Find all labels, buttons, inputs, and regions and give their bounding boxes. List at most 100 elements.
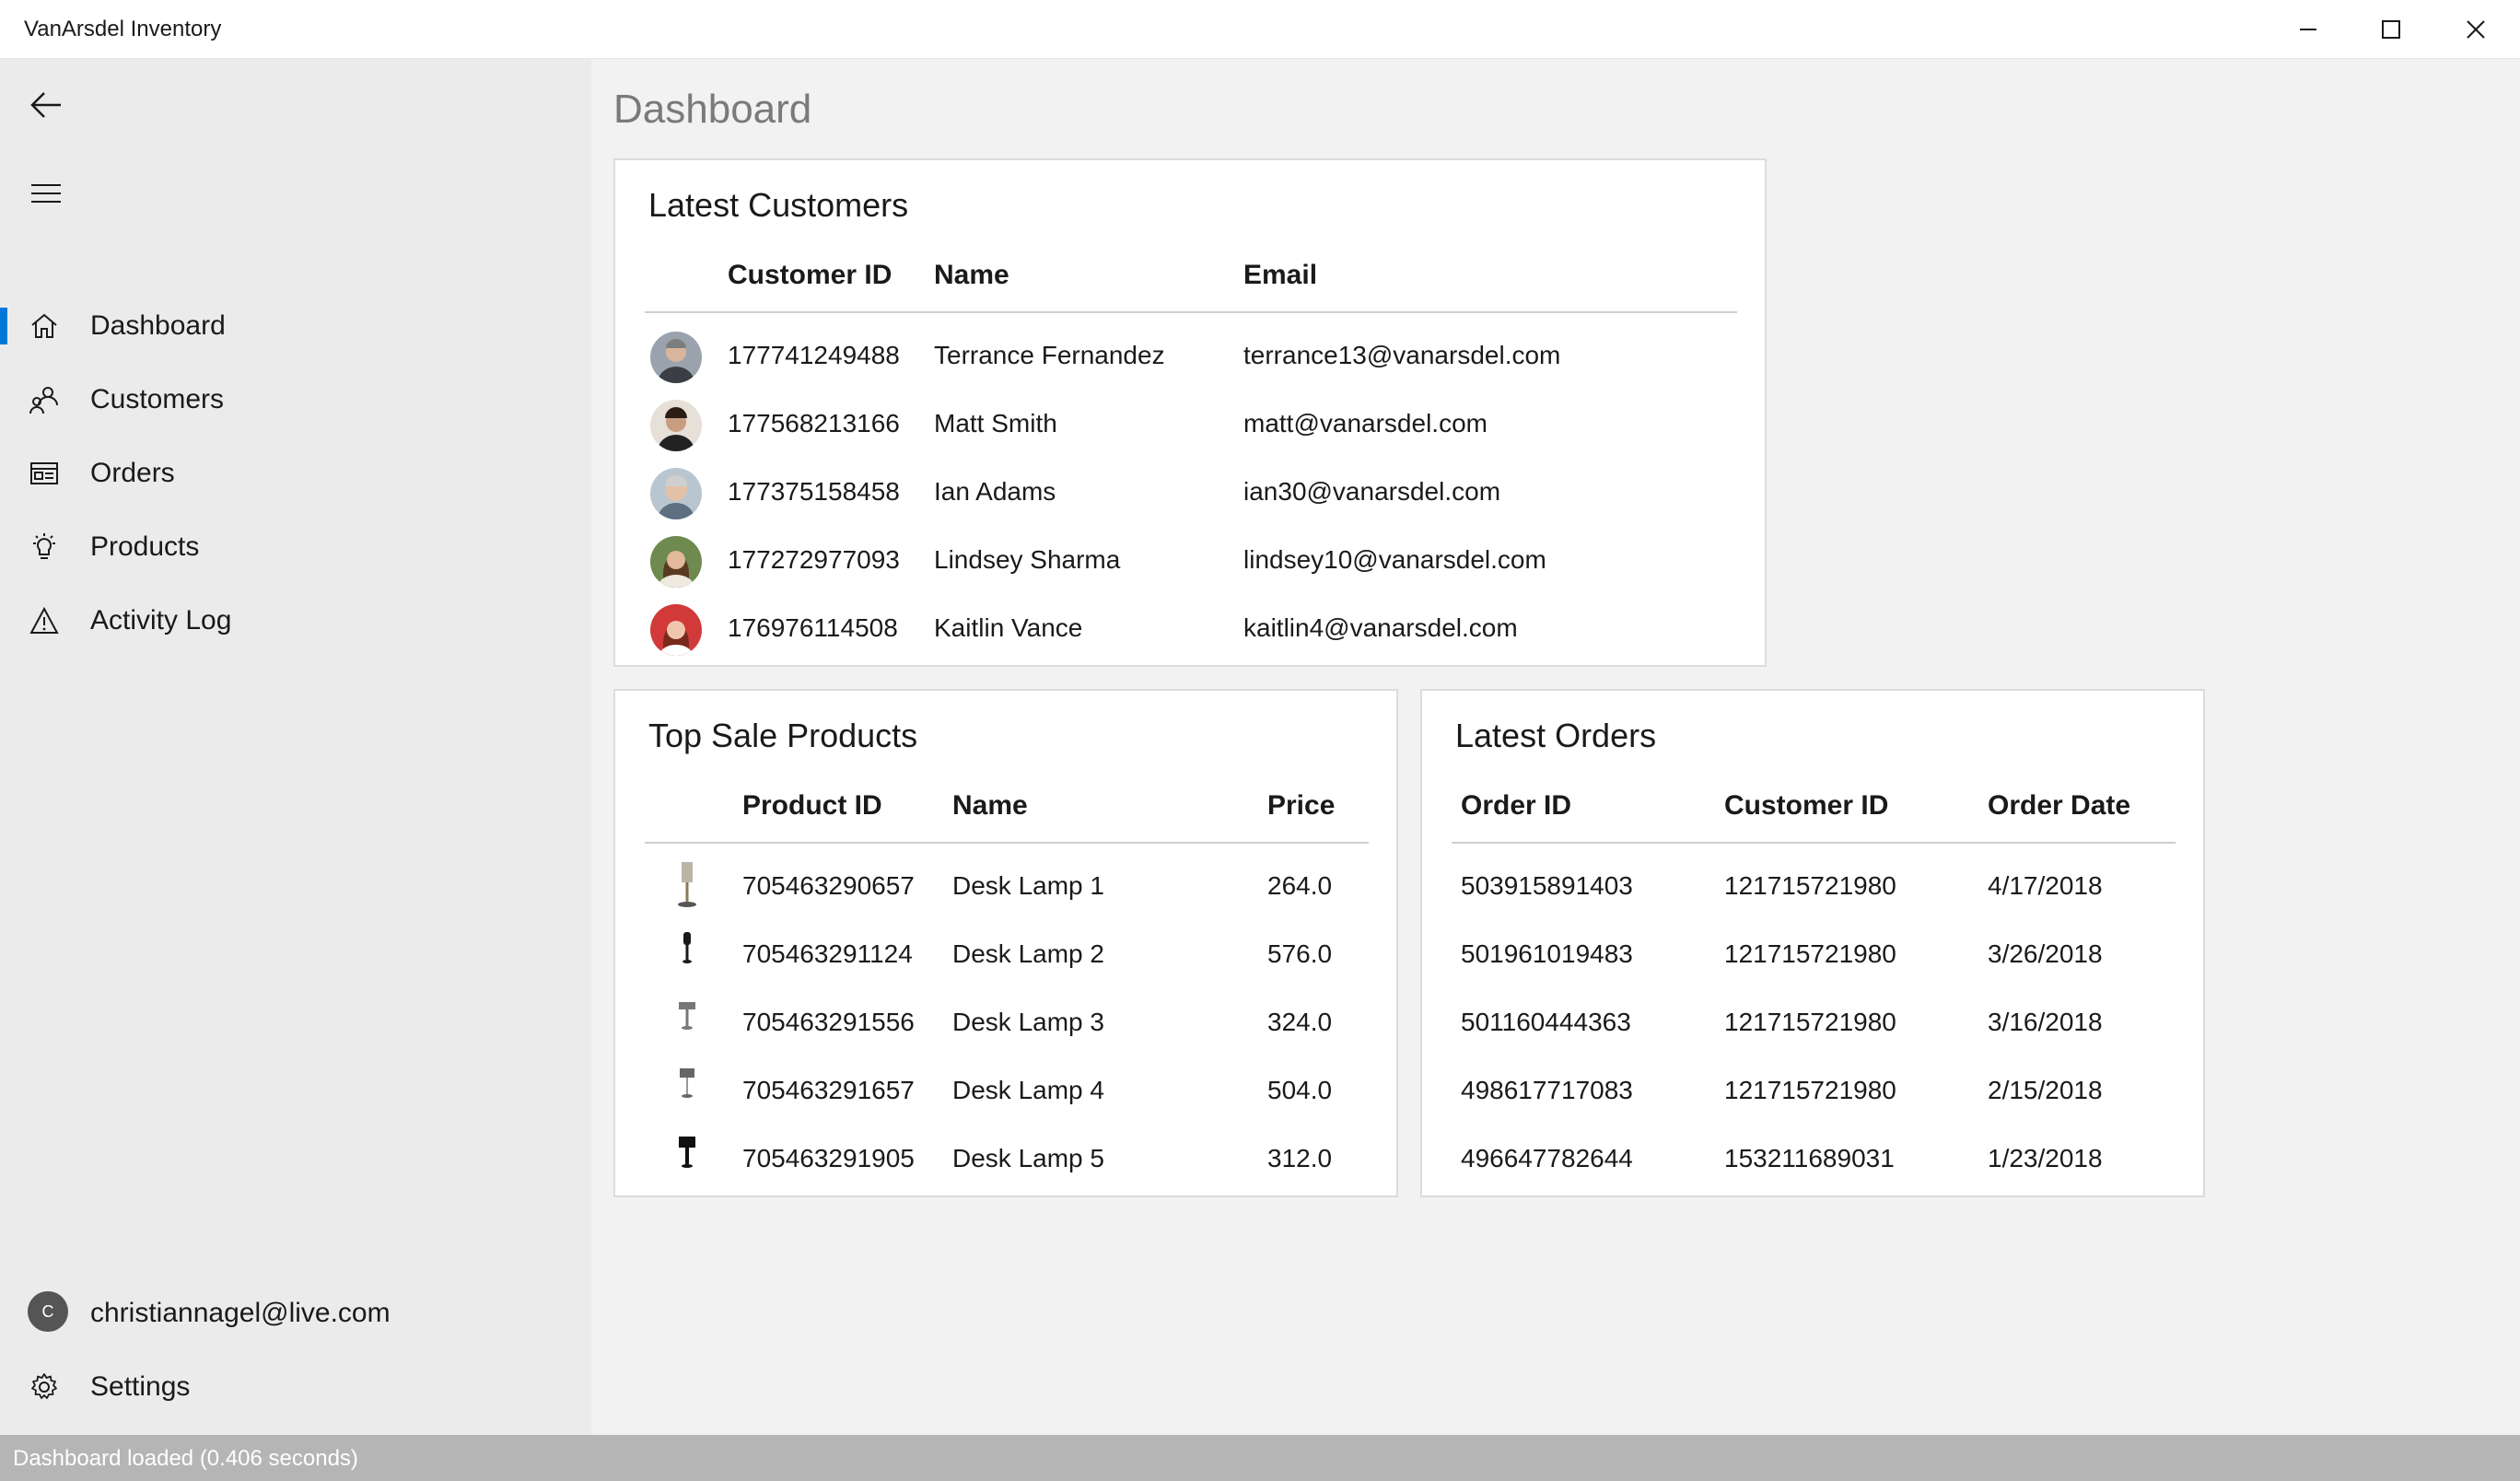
minimize-icon bbox=[2300, 29, 2316, 30]
header-divider bbox=[645, 311, 1737, 313]
back-button[interactable] bbox=[18, 77, 74, 133]
product-name: Desk Lamp 1 bbox=[952, 871, 1104, 900]
minimize-button[interactable] bbox=[2266, 0, 2351, 59]
product-name: Desk Lamp 2 bbox=[952, 939, 1104, 968]
product-price: 504.0 bbox=[1267, 1076, 1333, 1104]
order-customer-id: 121715721980 bbox=[1724, 871, 1896, 900]
customer-id: 177272977093 bbox=[728, 545, 900, 574]
nav-item-label: Dashboard bbox=[90, 310, 226, 341]
order-date: 3/16/2018 bbox=[1988, 1008, 2103, 1036]
account-avatar: C bbox=[28, 1291, 68, 1332]
table-row[interactable]: 177272977093 Lindsey Sharma lindsey10@va… bbox=[615, 527, 1765, 595]
customer-name: Terrance Fernandez bbox=[934, 341, 1165, 369]
column-header: Price bbox=[1267, 790, 1336, 821]
product-thumbnail bbox=[661, 997, 713, 1052]
nav-item-customers[interactable]: Customers bbox=[0, 363, 591, 437]
product-id: 705463291905 bbox=[742, 1144, 915, 1172]
order-id: 496647782644 bbox=[1461, 1144, 1633, 1172]
table-row[interactable]: 177741249488 Terrance Fernandez terrance… bbox=[615, 322, 1765, 391]
hamburger-menu-button[interactable] bbox=[18, 166, 74, 221]
table-row[interactable]: 177568213166 Matt Smith matt@vanarsdel.c… bbox=[615, 391, 1765, 459]
table-row[interactable]: 705463291124 Desk Lamp 2 576.0 bbox=[615, 921, 1396, 989]
customer-id: 177375158458 bbox=[728, 477, 900, 506]
card-title: Latest Customers bbox=[648, 186, 909, 224]
nav-item-activity-log[interactable]: Activity Log bbox=[0, 584, 591, 658]
table-row[interactable]: 496647782644 153211689031 1/23/2018 bbox=[1422, 1125, 2203, 1194]
product-name: Desk Lamp 4 bbox=[952, 1076, 1104, 1104]
customer-email: ian30@vanarsdel.com bbox=[1243, 477, 1501, 506]
settings-label: Settings bbox=[90, 1371, 191, 1402]
order-customer-id: 121715721980 bbox=[1724, 1076, 1896, 1104]
column-header: Name bbox=[934, 260, 1009, 290]
customer-name: Matt Smith bbox=[934, 409, 1057, 437]
order-date: 2/15/2018 bbox=[1988, 1076, 2103, 1104]
title-bar: VanArsdel Inventory bbox=[0, 0, 2520, 59]
column-header: Email bbox=[1243, 260, 1318, 290]
maximize-button[interactable] bbox=[2349, 0, 2433, 59]
customer-id: 176976114508 bbox=[728, 613, 898, 642]
order-id: 501961019483 bbox=[1461, 939, 1633, 968]
card-title: Latest Orders bbox=[1455, 717, 1657, 754]
order-id: 501160444363 bbox=[1461, 1008, 1631, 1036]
column-header: Customer ID bbox=[1724, 790, 1889, 821]
account-item[interactable]: christiannagel@live.com bbox=[0, 1277, 591, 1350]
nav-item-label: Products bbox=[90, 531, 200, 562]
card-title: Top Sale Products bbox=[648, 717, 918, 754]
nav-item-label: Orders bbox=[90, 458, 175, 488]
customer-avatar bbox=[650, 536, 702, 588]
nav-item-label: Customers bbox=[90, 384, 225, 414]
product-thumbnail bbox=[661, 860, 713, 915]
back-arrow-icon bbox=[30, 92, 61, 118]
order-date: 1/23/2018 bbox=[1988, 1144, 2103, 1172]
customer-email: lindsey10@vanarsdel.com bbox=[1243, 545, 1546, 574]
product-thumbnail bbox=[661, 928, 713, 984]
customer-id: 177568213166 bbox=[728, 409, 900, 437]
customer-email: matt@vanarsdel.com bbox=[1243, 409, 1488, 437]
table-row[interactable]: 705463291556 Desk Lamp 3 324.0 bbox=[615, 989, 1396, 1057]
customer-email: kaitlin4@vanarsdel.com bbox=[1243, 613, 1518, 642]
people-icon bbox=[28, 383, 61, 416]
sidebar: Dashboard Customers Orders Products Acti… bbox=[0, 59, 591, 1435]
header-divider bbox=[1452, 842, 2176, 844]
product-id: 705463291556 bbox=[742, 1008, 915, 1036]
home-icon bbox=[28, 309, 61, 343]
product-id: 705463291657 bbox=[742, 1076, 915, 1104]
hamburger-icon bbox=[31, 184, 61, 203]
table-row[interactable]: 705463290657 Desk Lamp 1 264.0 bbox=[615, 853, 1396, 921]
top-sale-products-card: Top Sale Products Product ID Name Price … bbox=[613, 689, 1398, 1197]
product-price: 324.0 bbox=[1267, 1008, 1333, 1036]
order-id: 503915891403 bbox=[1461, 871, 1633, 900]
table-row[interactable]: 705463291905 Desk Lamp 5 312.0 bbox=[615, 1125, 1396, 1194]
table-row[interactable]: 501160444363 121715721980 3/16/2018 bbox=[1422, 989, 2203, 1057]
nav-item-label: Activity Log bbox=[90, 605, 232, 636]
customer-name: Lindsey Sharma bbox=[934, 545, 1121, 574]
column-header: Order Date bbox=[1988, 790, 2131, 821]
product-price: 312.0 bbox=[1267, 1144, 1333, 1172]
customer-name: Kaitlin Vance bbox=[934, 613, 1083, 642]
table-row[interactable]: 176976114508 Kaitlin Vance kaitlin4@vana… bbox=[615, 595, 1765, 663]
product-name: Desk Lamp 5 bbox=[952, 1144, 1104, 1172]
close-icon bbox=[2467, 20, 2485, 39]
warning-icon bbox=[28, 604, 61, 637]
column-header: Name bbox=[952, 790, 1028, 821]
nav-item-orders[interactable]: Orders bbox=[0, 437, 591, 510]
latest-orders-card: Latest Orders Order ID Customer ID Order… bbox=[1420, 689, 2205, 1197]
nav-item-products[interactable]: Products bbox=[0, 510, 591, 584]
nav-item-dashboard[interactable]: Dashboard bbox=[0, 289, 591, 363]
header-divider bbox=[645, 842, 1369, 844]
table-row[interactable]: 503915891403 121715721980 4/17/2018 bbox=[1422, 853, 2203, 921]
account-email: christiannagel@live.com bbox=[90, 1298, 391, 1328]
column-header: Product ID bbox=[742, 790, 882, 821]
window-title: VanArsdel Inventory bbox=[24, 17, 222, 41]
customer-id: 177741249488 bbox=[728, 341, 900, 369]
order-date: 3/26/2018 bbox=[1988, 939, 2103, 968]
settings-item[interactable]: Settings bbox=[0, 1350, 591, 1424]
customer-avatar bbox=[650, 604, 702, 656]
table-row[interactable]: 501961019483 121715721980 3/26/2018 bbox=[1422, 921, 2203, 989]
close-button[interactable] bbox=[2433, 0, 2518, 59]
table-row[interactable]: 498617717083 121715721980 2/15/2018 bbox=[1422, 1057, 2203, 1125]
customer-avatar bbox=[650, 332, 702, 383]
product-id: 705463291124 bbox=[742, 939, 913, 968]
table-row[interactable]: 705463291657 Desk Lamp 4 504.0 bbox=[615, 1057, 1396, 1125]
table-row[interactable]: 177375158458 Ian Adams ian30@vanarsdel.c… bbox=[615, 459, 1765, 527]
